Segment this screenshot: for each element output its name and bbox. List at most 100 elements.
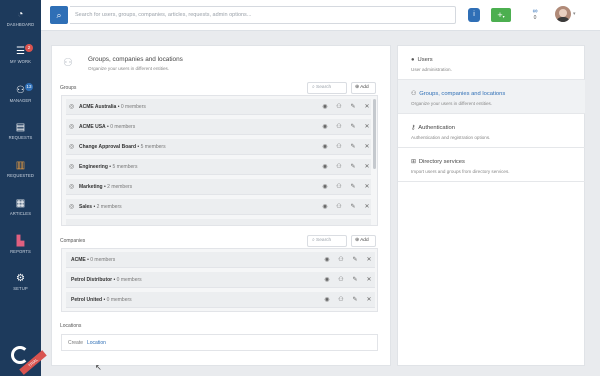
create-location-link[interactable]: Location <box>87 340 106 346</box>
groups-label: Groups <box>60 85 77 91</box>
delete-icon[interactable]: ✕ <box>362 256 376 263</box>
edit-icon[interactable]: ✎ <box>348 256 362 263</box>
delete-icon[interactable]: ✕ <box>360 163 374 170</box>
add-new-button[interactable]: +▾ <box>491 8 511 22</box>
file-icon: ▥ <box>15 160 26 171</box>
settings-item-groups[interactable]: ⚇ Groups, companies and locations Organiz… <box>398 80 585 114</box>
groups-scrollbar[interactable] <box>373 99 376 169</box>
search-icon: ⌕ <box>56 10 62 20</box>
sidebar-item-articles[interactable]: ▦ ARTICLES <box>0 199 41 217</box>
help-button[interactable]: i <box>468 8 480 22</box>
group-row[interactable]: ◎ Engineering • 5 members ◉ ⚇ ✎ ✕ <box>66 159 371 175</box>
top-bar: ⌕ Search for users, groups, companies, a… <box>41 0 600 31</box>
view-icon[interactable]: ◉ <box>318 123 332 130</box>
members-icon[interactable]: ⚇ <box>334 296 348 303</box>
group-row[interactable]: ◎ ACME Australia • 0 members ◉ ⚇ ✎ ✕ <box>66 99 371 115</box>
group-row[interactable]: ◎ Marketing • 2 members ◉ ⚇ ✎ ✕ <box>66 179 371 195</box>
document-icon: ▤ <box>15 122 26 133</box>
binoculars-icon: ∞ <box>532 8 538 15</box>
view-icon[interactable]: ◉ <box>318 143 332 150</box>
delete-icon[interactable]: ✕ <box>360 143 374 150</box>
locations-label: Locations <box>60 323 82 329</box>
members-icon[interactable]: ⚇ <box>332 203 346 210</box>
view-icon[interactable]: ◉ <box>320 256 334 263</box>
info-icon: i <box>473 11 475 18</box>
create-label: Create <box>68 340 84 346</box>
gauge-icon: ◔ <box>17 9 24 20</box>
edit-icon[interactable]: ✎ <box>346 103 360 110</box>
bar-chart-icon: ▙ <box>16 236 25 247</box>
sidebar-item-reports[interactable]: ▙ REPORTS <box>0 236 41 255</box>
group-row[interactable]: ◎ ACME USA • 0 members ◉ ⚇ ✎ ✕ <box>66 119 371 135</box>
search-input[interactable]: Search for users, groups, companies, art… <box>70 6 456 24</box>
sidebar-item-label: MANAGER <box>9 98 32 103</box>
members-icon[interactable]: ⚇ <box>332 123 346 130</box>
members-icon[interactable]: ⚇ <box>332 103 346 110</box>
edit-icon[interactable]: ✎ <box>346 123 360 130</box>
notifications[interactable]: ∞ 0 <box>528 8 542 21</box>
companies-label: Companies <box>60 238 86 244</box>
settings-item-directory[interactable]: ⊞ Directory services Import users and gro… <box>398 148 585 182</box>
members-icon[interactable]: ⚇ <box>332 163 346 170</box>
delete-icon[interactable]: ✕ <box>360 183 374 190</box>
edit-icon[interactable]: ✎ <box>346 143 360 150</box>
delete-icon[interactable]: ✕ <box>360 123 374 130</box>
settings-item-users[interactable]: ● Users User administration. <box>398 46 585 80</box>
app-root: ◔ DASHBOARD ☰ 2 MY WORK ⚇ 13 MANAGER ▤ R… <box>0 0 600 376</box>
group-icon: ◎ <box>69 204 75 210</box>
sitemap-icon: ⊞ <box>411 159 416 165</box>
sidebar-item-my-work[interactable]: ☰ 2 MY WORK <box>0 44 41 64</box>
edit-icon[interactable]: ✎ <box>346 183 360 190</box>
delete-icon[interactable]: ✕ <box>360 203 374 210</box>
sidebar-item-label: SETUP <box>13 286 28 291</box>
group-row[interactable]: ◎ Change Approval Board • 5 members ◉ ⚇ ✎ ✕ <box>66 139 371 155</box>
members-icon[interactable]: ⚇ <box>332 143 346 150</box>
people-icon: ⚇ <box>15 85 26 96</box>
view-icon[interactable]: ◉ <box>318 103 332 110</box>
edit-icon[interactable]: ✎ <box>348 296 362 303</box>
chevron-down-icon[interactable]: ▾ <box>573 11 576 17</box>
page-subtitle: Organize your users in different entitie… <box>88 66 170 71</box>
view-icon[interactable]: ◉ <box>318 203 332 210</box>
view-icon[interactable]: ◉ <box>320 276 334 283</box>
delete-icon[interactable]: ✕ <box>360 103 374 110</box>
companies-search-input[interactable]: ⌕ Search <box>307 235 347 247</box>
sidebar-item-label: DASHBOARD <box>6 22 35 27</box>
page-title: Groups, companies and locations <box>88 56 183 63</box>
group-icon: ◎ <box>69 104 75 110</box>
edit-icon[interactable]: ✎ <box>348 276 362 283</box>
group-row[interactable]: ◎ Sales • 2 members ◉ ⚇ ✎ ✕ <box>66 199 371 215</box>
view-icon[interactable]: ◉ <box>318 163 332 170</box>
delete-icon[interactable]: ✕ <box>362 296 376 303</box>
sidebar-item-requested[interactable]: ▥ REQUESTED <box>0 160 41 179</box>
search-button[interactable]: ⌕ <box>50 6 68 24</box>
members-icon[interactable]: ⚇ <box>334 256 348 263</box>
groups-list[interactable]: ◎ ACME Australia • 0 members ◉ ⚇ ✎ ✕ ◎ ACME… <box>61 95 378 226</box>
delete-icon[interactable]: ✕ <box>362 276 376 283</box>
sidebar-item-dashboard[interactable]: ◔ DASHBOARD <box>0 9 41 28</box>
sidebar-item-setup[interactable]: ⚙ SETUP <box>0 274 41 292</box>
edit-icon[interactable]: ✎ <box>346 203 360 210</box>
sidebar: ◔ DASHBOARD ☰ 2 MY WORK ⚇ 13 MANAGER ▤ R… <box>0 0 47 376</box>
settings-item-authentication[interactable]: ⚷ Authentication Authentication and regis… <box>398 114 585 148</box>
members-icon[interactable]: ⚇ <box>332 183 346 190</box>
company-row[interactable]: Petrol Distributor • 0 members ◉ ⚇ ✎ ✕ <box>66 272 375 288</box>
list-icon: ☰ <box>15 46 26 57</box>
sidebar-item-manager[interactable]: ⚇ 13 MANAGER <box>0 83 41 103</box>
sidebar-item-requests[interactable]: ▤ REQUESTS <box>0 122 41 141</box>
edit-icon[interactable]: ✎ <box>346 163 360 170</box>
members-icon[interactable]: ⚇ <box>334 276 348 283</box>
companies-list[interactable]: ACME • 0 members ◉ ⚇ ✎ ✕ Petrol Distributor… <box>61 248 378 312</box>
user-icon: ● <box>411 57 415 63</box>
mouse-cursor-icon: ↖ <box>95 363 102 372</box>
groups-add-button[interactable]: ⊕ Add <box>351 82 376 94</box>
company-row[interactable]: Petrol United • 0 members ◉ ⚇ ✎ ✕ <box>66 292 375 308</box>
logo-icon <box>11 346 29 364</box>
avatar[interactable] <box>555 6 571 22</box>
groups-search-input[interactable]: ⌕ Search <box>307 82 347 94</box>
view-icon[interactable]: ◉ <box>318 183 332 190</box>
locations-box: Create Location <box>61 334 378 351</box>
companies-add-button[interactable]: ⊕ Add <box>351 235 376 247</box>
company-row[interactable]: ACME • 0 members ◉ ⚇ ✎ ✕ <box>66 252 375 268</box>
view-icon[interactable]: ◉ <box>320 296 334 303</box>
